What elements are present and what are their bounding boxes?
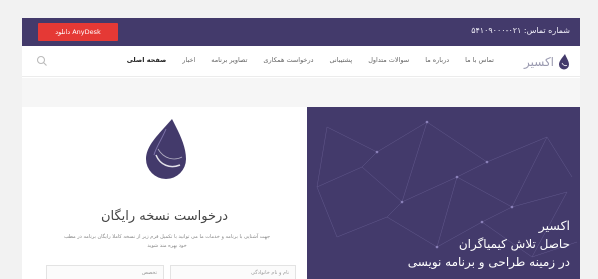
drop-logo-icon — [559, 54, 569, 70]
top-bar: شماره تماس: ۰۲۱-۵۴۱۰۹۰۰۰ دانلود AnyDesk — [22, 18, 580, 46]
anydesk-download-button[interactable]: دانلود AnyDesk — [38, 23, 118, 41]
drop-logo-icon — [146, 119, 186, 179]
full-name-field[interactable]: نام و نام خانوادگی — [170, 265, 296, 279]
hero-text: اکسیر حاصل تلاش کیمیاگران در زمینه طراحی… — [408, 217, 570, 271]
hero-title: اکسیر — [538, 218, 570, 233]
main-navbar: اکسیر صفحه اصلی اخبار تصاویر برنامه درخو… — [22, 46, 580, 77]
nav-item-faq[interactable]: سوالات متداول — [368, 56, 409, 64]
hero-subtitle-line-1: حاصل تلاش کیمیاگران — [458, 237, 570, 251]
nav-item-contact[interactable]: تماس با ما — [465, 56, 494, 64]
specialty-field[interactable]: تخصص — [46, 265, 164, 279]
nav-item-about[interactable]: درباره ما — [425, 56, 449, 64]
nav-item-screenshots[interactable]: تصاویر برنامه — [211, 56, 247, 64]
nav-menu: صفحه اصلی اخبار تصاویر برنامه درخواست هم… — [127, 56, 494, 64]
search-icon[interactable] — [36, 55, 48, 67]
full-name-placeholder: نام و نام خانوادگی — [251, 270, 289, 276]
site-logo[interactable]: اکسیر — [524, 53, 570, 71]
request-title: درخواست نسخه رایگان — [100, 209, 229, 224]
nav-item-news[interactable]: اخبار — [182, 56, 195, 64]
logo-text: اکسیر — [524, 55, 554, 69]
request-description: جهت آشنایی با برنامه و خدمات ما می توانی… — [63, 234, 271, 249]
website-frame: شماره تماس: ۰۲۱-۵۴۱۰۹۰۰۰ دانلود AnyDesk … — [22, 18, 580, 279]
phone-number: شماره تماس: ۰۲۱-۵۴۱۰۹۰۰۰ — [471, 26, 570, 35]
nav-item-home[interactable]: صفحه اصلی — [127, 56, 167, 64]
nav-item-cooperation[interactable]: درخواست همکاری — [263, 56, 313, 64]
section-spacer — [22, 78, 580, 107]
hero-subtitle-line-2: در زمینه طراحی و برنامه نویسی — [407, 255, 570, 269]
free-version-request-panel: درخواست نسخه رایگان جهت آشنایی با برنامه… — [22, 107, 307, 279]
page: شماره تماس: ۰۲۱-۵۴۱۰۹۰۰۰ دانلود AnyDesk … — [0, 0, 598, 279]
hero-banner: اکسیر حاصل تلاش کیمیاگران در زمینه طراحی… — [307, 107, 580, 279]
nav-item-support[interactable]: پشتیبانی — [329, 56, 352, 64]
specialty-placeholder: تخصص — [141, 270, 157, 276]
